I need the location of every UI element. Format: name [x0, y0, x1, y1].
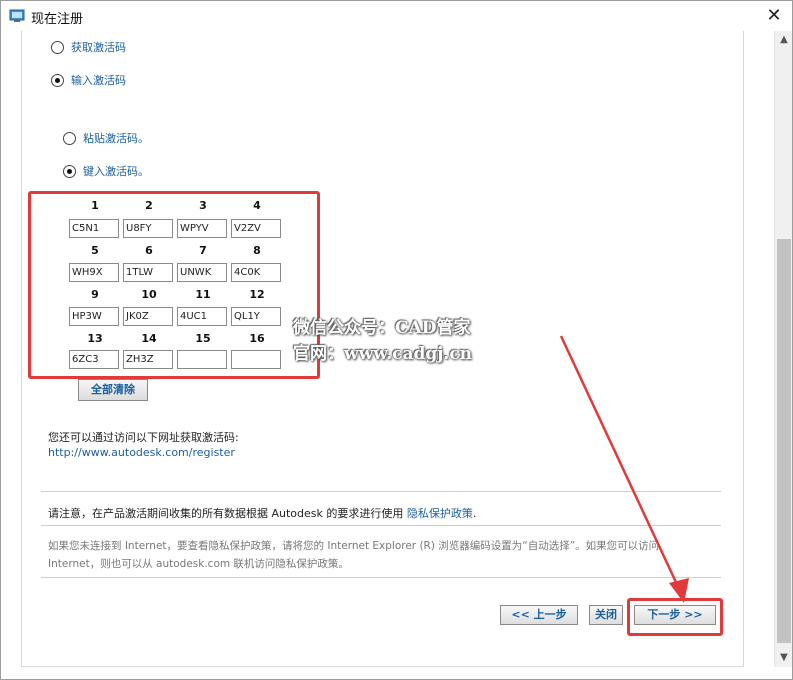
- info-text: 您还可以通过访问以下网址获取激活码:: [48, 431, 239, 444]
- scroll-thumb[interactable]: [777, 239, 791, 643]
- title-bar: 现在注册 ✕: [1, 1, 792, 31]
- annotation-arrow: [559, 335, 689, 603]
- privacy-note-end: .: [472, 507, 477, 520]
- radio-button[interactable]: [51, 73, 64, 87]
- chevron-up-icon[interactable]: ▲: [775, 31, 793, 49]
- radio-label: 输入激活码: [71, 74, 126, 87]
- highlight-box-codes: [28, 191, 320, 379]
- close-icon[interactable]: ✕: [760, 3, 788, 29]
- window-title: 现在注册: [31, 12, 84, 27]
- radio-button[interactable]: [63, 131, 76, 145]
- privacy-note-text: 请注意，在产品激活期间收集的所有数据根据 Autodesk 的要求进行使用: [48, 507, 407, 520]
- register-link[interactable]: http://www.autodesk.com/register: [48, 446, 235, 459]
- register-window: 现在注册 ✕ 获取激活码 输入激活码 粘贴激活码。 键入激活码。 1 2 3 4…: [0, 0, 793, 680]
- radio-paste-code[interactable]: 粘贴激活码。: [63, 130, 149, 146]
- radio-type-code[interactable]: 键入激活码。: [63, 163, 149, 179]
- vertical-scrollbar[interactable]: ▲ ▼: [774, 31, 792, 667]
- window-icon: [9, 9, 25, 22]
- watermark-line-1: 微信公众号：CAD管家: [293, 318, 471, 338]
- radio-label: 键入激活码。: [83, 165, 149, 178]
- watermark: 微信公众号：CAD管家 官网：www.cadgj.cn: [293, 315, 472, 367]
- radio-label: 获取激活码: [71, 41, 126, 54]
- chevron-down-icon[interactable]: ▼: [775, 649, 793, 667]
- radio-label: 粘贴激活码。: [83, 132, 149, 145]
- radio-button[interactable]: [51, 40, 64, 54]
- clear-all-button[interactable]: 全部清除: [78, 379, 148, 401]
- privacy-note: 请注意，在产品激活期间收集的所有数据根据 Autodesk 的要求进行使用 隐私…: [48, 505, 476, 521]
- radio-button[interactable]: [63, 164, 76, 178]
- privacy-policy-link[interactable]: 隐私保护政策: [407, 507, 473, 520]
- watermark-line-2: 官网：www.cadgj.cn: [293, 344, 473, 364]
- radio-enter-code[interactable]: 输入激活码: [51, 72, 126, 88]
- radio-get-code[interactable]: 获取激活码: [51, 39, 126, 55]
